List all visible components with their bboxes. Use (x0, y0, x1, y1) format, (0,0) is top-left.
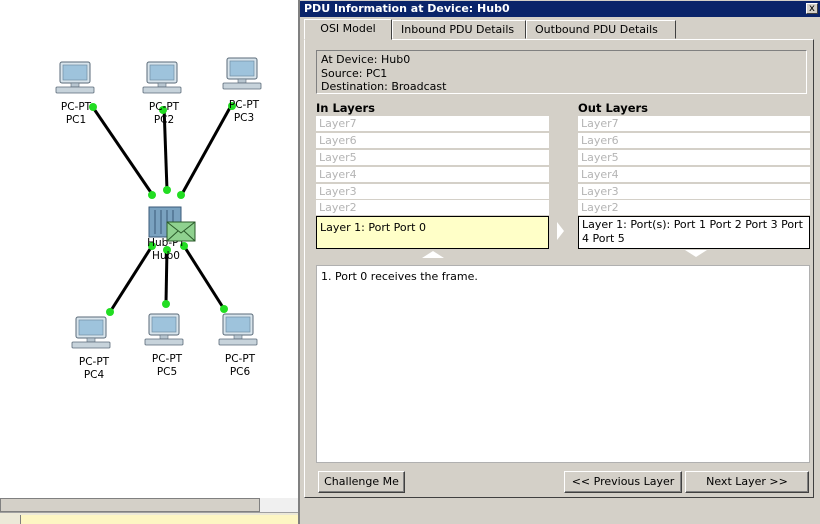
topology-diagram[interactable]: PC-PT PC1 PC-PT PC2 PC-PT PC3 Hub-PT Hub… (0, 0, 298, 498)
device-pc5[interactable]: PC-PT PC5 (144, 313, 184, 378)
device-name-label: PC4 (84, 369, 105, 381)
next-layer-button[interactable]: Next Layer >> (685, 471, 809, 493)
dialog-titlebar[interactable]: PDU Information at Device: Hub0 x (300, 1, 820, 17)
device-name-label: PC2 (154, 114, 174, 126)
close-button[interactable]: x (806, 3, 818, 14)
out-layer-5[interactable]: Layer5 (578, 150, 810, 166)
pc-icon (142, 61, 182, 94)
link-pc3-hub (180, 103, 234, 195)
in-layer-7[interactable]: Layer7 (316, 116, 549, 132)
in-layer-2[interactable]: Layer2 (316, 200, 549, 216)
device-info-box: At Device: Hub0 Source: PC1 Destination:… (316, 50, 807, 94)
device-name-label: PC1 (66, 114, 86, 126)
in-layer-1[interactable]: Layer 1: Port Port 0 (316, 216, 549, 249)
out-layer-6[interactable]: Layer6 (578, 133, 810, 149)
device-name-label: PC6 (230, 366, 251, 378)
link-light (106, 308, 114, 316)
layer-description: 1. Port 0 receives the frame. (316, 265, 810, 463)
right-arrow-icon (557, 222, 564, 240)
destination-text: Destination: Broadcast (321, 80, 447, 93)
device-type-label: PC-PT (152, 353, 183, 365)
osi-model-panel: At Device: Hub0 Source: PC1 Destination:… (304, 39, 814, 498)
link-light (162, 300, 170, 308)
out-layers-heading: Out Layers (578, 101, 649, 115)
in-layer-5[interactable]: Layer5 (316, 150, 549, 166)
in-layer-4[interactable]: Layer4 (316, 167, 549, 183)
device-name-label: PC5 (157, 366, 177, 378)
pc-icon (144, 313, 184, 346)
tab-outbound-pdu-details[interactable]: Outbound PDU Details (526, 20, 676, 39)
previous-layer-button[interactable]: << Previous Layer (564, 471, 682, 493)
in-layer-6[interactable]: Layer6 (316, 133, 549, 149)
horizontal-scrollbar[interactable] (0, 498, 260, 512)
tab-inbound-pdu-details[interactable]: Inbound PDU Details (392, 20, 526, 39)
up-arrow-icon (422, 251, 444, 258)
out-layer-7[interactable]: Layer7 (578, 116, 810, 132)
pc-icon (218, 313, 258, 346)
out-layer-3[interactable]: Layer3 (578, 184, 810, 200)
pc-icon (71, 316, 111, 349)
device-type-label: PC-PT (149, 101, 180, 113)
link-pc1-hub (90, 105, 154, 195)
device-pc3[interactable]: PC-PT PC3 (222, 57, 262, 124)
out-layer-1[interactable]: Layer 1: Port(s): Port 1 Port 2 Port 3 P… (578, 216, 810, 249)
link-light (220, 305, 228, 313)
device-name-label: PC3 (234, 112, 254, 124)
pdu-envelope-icon[interactable] (166, 221, 196, 242)
source-text: Source: PC1 (321, 66, 388, 80)
out-layer-2[interactable]: Layer2 (578, 200, 810, 216)
device-name-label: Hub0 (152, 250, 180, 262)
status-bar-panel (20, 515, 298, 524)
link-pc6-hub (182, 245, 226, 310)
down-arrow-icon (685, 250, 707, 257)
link-light (163, 186, 171, 194)
at-device-text: At Device: Hub0 (321, 53, 411, 66)
dialog-title: PDU Information at Device: Hub0 (304, 2, 510, 15)
device-pc1[interactable]: PC-PT PC1 (55, 61, 95, 126)
pc-icon (55, 61, 95, 94)
device-type-label: PC-PT (79, 356, 110, 368)
challenge-me-button[interactable]: Challenge Me (318, 471, 405, 493)
device-pc4[interactable]: PC-PT PC4 (71, 316, 111, 381)
link-light (177, 191, 185, 199)
topology-canvas[interactable]: PC-PT PC1 PC-PT PC2 PC-PT PC3 Hub-PT Hub… (0, 0, 298, 524)
device-type-label: PC-PT (225, 353, 256, 365)
in-layers-heading: In Layers (316, 101, 376, 115)
device-pc6[interactable]: PC-PT PC6 (218, 313, 258, 378)
pc-icon (222, 57, 262, 90)
link-light (148, 191, 156, 199)
device-type-label: PC-PT (61, 101, 92, 113)
pdu-info-dialog: PDU Information at Device: Hub0 x OSI Mo… (298, 0, 820, 524)
scrollbar-track[interactable] (260, 498, 298, 512)
device-type-label: PC-PT (229, 99, 260, 111)
in-layer-3[interactable]: Layer3 (316, 184, 549, 200)
out-layer-4[interactable]: Layer4 (578, 167, 810, 183)
link-pc4-hub (108, 245, 154, 313)
device-pc2[interactable]: PC-PT PC2 (142, 61, 182, 126)
tab-osi-model[interactable]: OSI Model (304, 19, 392, 40)
